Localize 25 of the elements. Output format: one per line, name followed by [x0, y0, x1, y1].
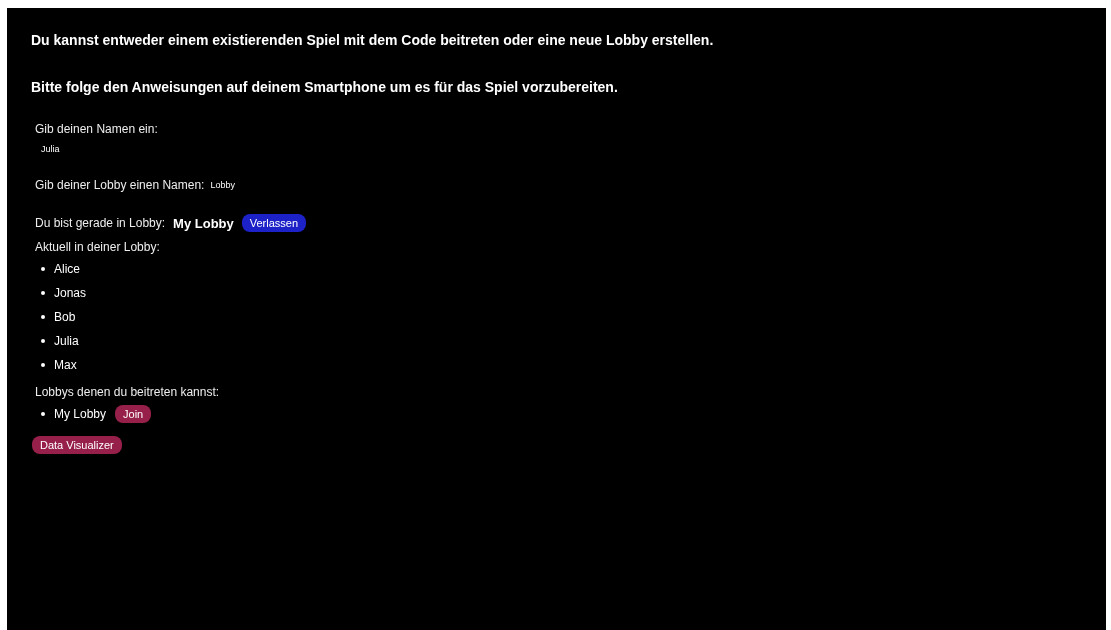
- joinable-label: Lobbys denen du beitreten kannst:: [35, 385, 221, 399]
- bullet-icon: [41, 412, 45, 416]
- lobby-name: My Lobby: [173, 215, 234, 231]
- bullet-icon: [41, 363, 45, 367]
- field-label: Gib deiner Lobby einen Namen:: [35, 178, 205, 192]
- join-button[interactable]: Join: [115, 405, 152, 423]
- lobby-name: My Lobby: [54, 407, 107, 421]
- field-label: Gib deinen Namen ein:: [35, 122, 159, 136]
- current-lobby-label: Du bist gerade in Lobby:: [35, 216, 166, 230]
- name-input-field[interactable]: Julia: [39, 142, 97, 156]
- data-visualizer-button[interactable]: Data Visualizer: [32, 436, 122, 454]
- members-label: Aktuell in deiner Lobby:: [35, 240, 161, 254]
- member-name: Jonas: [54, 286, 87, 300]
- member-name: Max: [54, 358, 77, 372]
- heading: Du kannst entweder einem existierenden Spiel mit dem Code beitreten oder eine neue Lobby erstellen.: [31, 31, 715, 49]
- bullet-icon: [41, 315, 45, 319]
- bullet-icon: [41, 339, 45, 343]
- member-name: Bob: [54, 310, 76, 324]
- bullet-icon: [41, 267, 45, 271]
- heading: Bitte folge den Anweisungen auf deinem Smartphone um es für das Spiel vorzubereiten.: [31, 78, 619, 96]
- bullet-icon: [41, 291, 45, 295]
- member-name: Alice: [54, 262, 80, 276]
- leave-button[interactable]: Verlassen: [241, 214, 307, 232]
- lobby-name-input-field[interactable]: Lobby: [208, 178, 267, 192]
- member-name: Julia: [54, 334, 79, 348]
